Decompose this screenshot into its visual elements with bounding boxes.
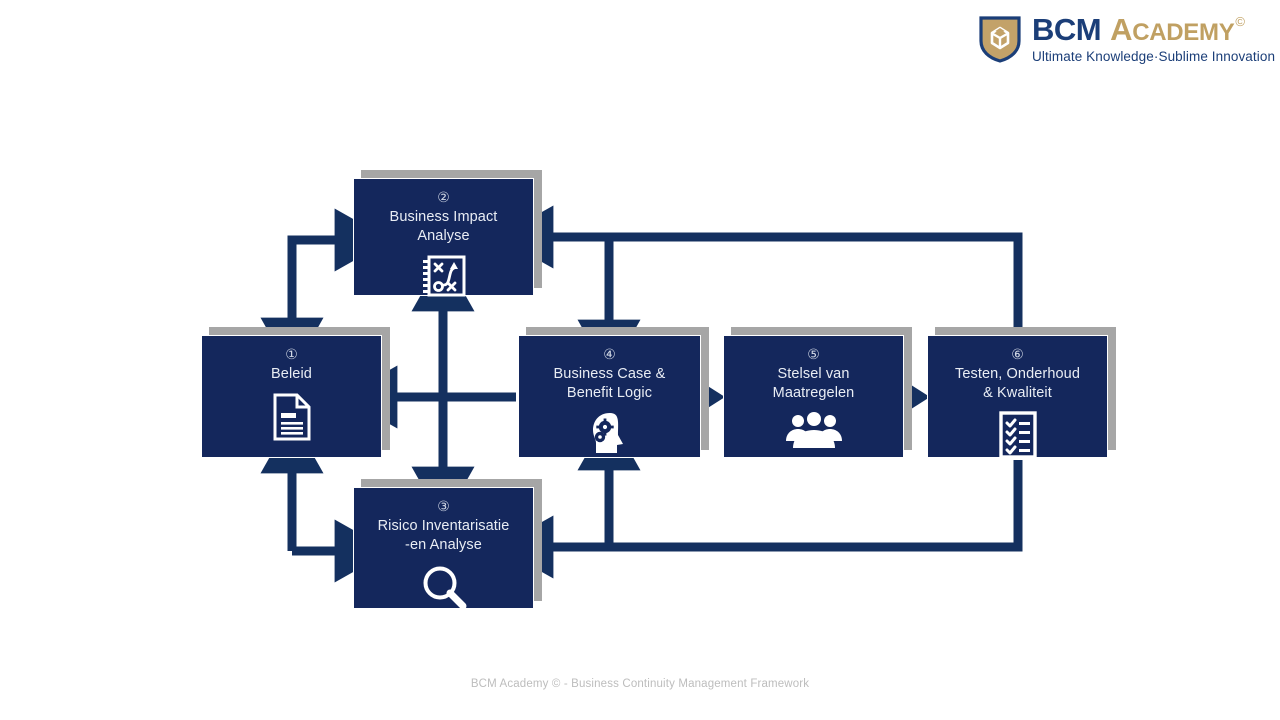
node-business-impact-analyse[interactable]: ② Business Impact Analyse <box>353 170 542 298</box>
people-group-icon <box>784 411 844 451</box>
node-number: ④ <box>603 347 616 363</box>
node-number: ⑥ <box>1011 347 1024 363</box>
node-face: ③ Risico Inventarisatie -en Analyse <box>353 487 534 611</box>
node-label: Stelsel van Maatregelen <box>773 365 855 402</box>
node-label-line2: Benefit Logic <box>566 384 653 401</box>
node-testen-onderhoud-kwaliteit[interactable]: ⑥ Testen, Onderhoud & Kwaliteit <box>927 327 1116 459</box>
node-label-line2: -en Analyse <box>405 536 482 553</box>
arrow-feedback-bottom-to-risico <box>497 460 1023 579</box>
document-icon <box>271 393 313 441</box>
node-label-line2: & Kwaliteit <box>983 384 1052 401</box>
node-label: Beleid <box>271 366 312 382</box>
node-face: ⑥ Testen, Onderhoud & Kwaliteit <box>927 335 1108 459</box>
node-label: Testen, Onderhoud & Kwaliteit <box>955 365 1080 402</box>
arrow-feedback-top-to-bia <box>497 205 1023 334</box>
node-number: ③ <box>437 499 450 515</box>
node-label-line1: Risico Inventarisatie <box>377 518 510 534</box>
strategy-playbook-icon <box>421 254 467 298</box>
head-gears-icon <box>587 411 633 457</box>
node-number: ① <box>285 347 298 363</box>
node-label: Risico Inventarisatie -en Analyse <box>378 517 510 554</box>
node-label-line1: Business Impact <box>389 209 498 225</box>
arrow-to-business-impact-analyse <box>287 208 391 320</box>
checklist-icon <box>998 411 1038 459</box>
node-stelsel-van-maatregelen[interactable]: ⑤ Stelsel van Maatregelen <box>723 327 912 458</box>
bcm-framework-diagram: ① Beleid ② Business Impact Analyse ③ Ris… <box>0 0 1280 720</box>
footer-caption: BCM Academy © - Business Continuity Mana… <box>470 678 810 690</box>
node-label-line2: Analyse <box>417 227 470 244</box>
node-label: Business Case & Benefit Logic <box>554 365 666 402</box>
node-face: ② Business Impact Analyse <box>353 178 534 298</box>
node-business-case-benefit-logic[interactable]: ④ Business Case & Benefit Logic <box>518 327 709 458</box>
node-label-line2: Maatregelen <box>772 384 855 401</box>
node-label-line1: Testen, Onderhoud <box>954 366 1081 382</box>
node-face: ① Beleid <box>201 335 382 458</box>
node-risico-inventarisatie-en-analyse[interactable]: ③ Risico Inventarisatie -en Analyse <box>353 479 542 611</box>
node-label: Business Impact Analyse <box>390 208 498 245</box>
node-beleid[interactable]: ① Beleid <box>201 327 390 458</box>
node-label-line1: Business Case & <box>553 366 666 382</box>
node-number: ⑤ <box>807 347 820 363</box>
node-label-line1: Stelsel van <box>777 366 850 382</box>
node-face: ⑤ Stelsel van Maatregelen <box>723 335 904 458</box>
node-face: ④ Business Case & Benefit Logic <box>518 335 701 458</box>
node-number: ② <box>437 190 450 206</box>
magnifier-icon <box>420 563 468 611</box>
